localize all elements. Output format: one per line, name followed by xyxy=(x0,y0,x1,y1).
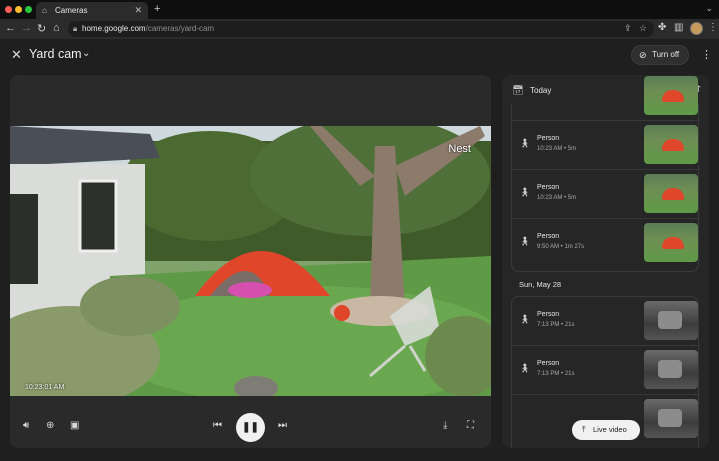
lock-icon: 🔒︎ xyxy=(73,24,78,33)
person-icon: 🚶︎ xyxy=(519,363,531,373)
side-panel-icon[interactable]: ▥ xyxy=(674,22,683,33)
camera-off-icon: ⊘ xyxy=(639,50,647,60)
event-meta: 7:13 PM • 21s xyxy=(537,322,575,328)
share-icon[interactable]: ⇪ xyxy=(624,23,632,34)
event-thumbnail xyxy=(644,301,698,340)
fullscreen-icon[interactable]: ⛶ xyxy=(467,420,474,431)
event-history-panel: 📅︎ Today ⇵ 🚶︎ Person 10:23 AM • 5m 🚶︎ Pe… xyxy=(502,75,709,448)
event-label: Person xyxy=(537,184,560,191)
tab-search-chevron-icon[interactable]: ⌄ xyxy=(705,3,713,14)
browser-menu-icon[interactable]: ⋮ xyxy=(708,22,718,33)
chevron-down-icon[interactable]: ⌄ xyxy=(82,48,90,59)
window-close-dot[interactable] xyxy=(5,6,12,13)
new-tab-button[interactable]: + xyxy=(154,3,160,15)
today-event-group: 🚶︎ Person 10:23 AM • 5m 🚶︎ Person 10:23 … xyxy=(511,76,700,272)
event-thumbnail xyxy=(644,399,698,438)
event-thumbnail xyxy=(644,76,698,115)
skip-previous-icon[interactable]: ⏮︎ xyxy=(213,420,222,431)
extensions-icon[interactable]: ✤ xyxy=(658,22,666,33)
forward-arrow-icon[interactable]: → xyxy=(21,22,32,34)
profile-avatar[interactable] xyxy=(690,22,703,35)
home-icon[interactable]: ⌂ xyxy=(53,22,60,34)
person-icon: 🚶︎ xyxy=(519,236,531,246)
event-label: Person xyxy=(537,135,560,142)
list-item[interactable] xyxy=(512,75,700,121)
yard-scene-image xyxy=(10,126,491,396)
event-meta: 7:13 PM • 21s xyxy=(537,371,575,377)
browser-tab-cameras[interactable]: ⌂ Cameras ✕ xyxy=(36,2,148,19)
url-text: home.google.com/cameras/yard-cam xyxy=(82,24,215,33)
event-meta: 10:23 AM • 5m xyxy=(537,146,577,152)
more-options-icon[interactable]: ⋮ xyxy=(701,48,712,61)
list-item[interactable]: 🚶︎ Person 7:13 PM • 21s xyxy=(512,297,700,346)
list-item[interactable]: 🚶︎ Person 10:23 AM • 5m xyxy=(512,121,700,170)
picture-in-picture-icon[interactable]: ▣ xyxy=(70,420,79,431)
event-thumbnail xyxy=(644,125,698,164)
back-arrow-icon[interactable]: ← xyxy=(5,22,16,34)
list-item[interactable]: 🚶︎ Person 9:50 AM • 1m 27s xyxy=(512,219,700,268)
nest-watermark: Nest xyxy=(448,143,471,155)
date-label-may-28: Sun, May 28 xyxy=(519,280,562,289)
person-icon: 🚶︎ xyxy=(519,314,531,324)
bookmark-star-icon[interactable]: ☆ xyxy=(639,23,647,34)
address-bar[interactable]: 🔒︎ home.google.com/cameras/yard-cam ⇪ ☆ xyxy=(68,21,654,37)
list-item[interactable]: 🚶︎ Person 7:13 PM • 21s xyxy=(512,346,700,395)
pause-icon: ❚❚ xyxy=(242,422,259,433)
tab-title: Cameras xyxy=(55,6,88,15)
tab-close-icon[interactable]: ✕ xyxy=(134,5,142,16)
camera-name[interactable]: Yard cam xyxy=(29,47,82,61)
browser-toolbar: ← → ↻ ⌂ 🔒︎ home.google.com/cameras/yard-… xyxy=(0,19,719,39)
event-meta: 9:50 AM • 1m 27s xyxy=(537,244,585,250)
download-icon[interactable]: ⤓ xyxy=(443,420,447,431)
browser-window: ⌂ Cameras ✕ + ⌄ ← → ↻ ⌂ 🔒︎ home.google.c… xyxy=(0,0,719,461)
close-icon[interactable]: ✕ xyxy=(11,47,22,63)
zoom-icon[interactable]: ⊕ xyxy=(46,420,54,431)
event-thumbnail xyxy=(644,350,698,389)
live-video-button[interactable]: ⤒ Live video xyxy=(572,420,640,440)
live-video-label: Live video xyxy=(593,425,627,434)
volume-icon[interactable]: 🔊︎ xyxy=(23,420,29,431)
app-header: ✕ Yard cam ⌄ ⊘ Turn off ⋮ xyxy=(0,39,719,71)
event-label: Person xyxy=(537,360,560,367)
reload-icon[interactable]: ↻ xyxy=(37,22,46,35)
event-label: Person xyxy=(537,233,560,240)
playback-controls: 🔊︎ ⊕ ▣ ⏮︎ ❚❚ ⏭︎ ⤓ ⛶ xyxy=(10,411,491,442)
event-thumbnail xyxy=(644,223,698,262)
window-minimize-dot[interactable] xyxy=(15,6,22,13)
list-item[interactable]: 🚶︎ Person 10:23 AM • 5m xyxy=(512,170,700,219)
home-favicon-icon: ⌂ xyxy=(42,6,47,15)
turn-off-button[interactable]: ⊘ Turn off xyxy=(631,45,689,65)
window-maximize-dot[interactable] xyxy=(25,6,32,13)
pause-button[interactable]: ❚❚ xyxy=(236,413,265,442)
turn-off-label: Turn off xyxy=(652,50,680,59)
event-label: Person xyxy=(537,311,560,318)
skip-next-icon[interactable]: ⏭︎ xyxy=(278,420,287,431)
event-meta: 10:23 AM • 5m xyxy=(537,195,577,201)
tab-strip: ⌂ Cameras ✕ + ⌄ xyxy=(0,0,719,19)
video-timestamp: 10:23:01 AM xyxy=(25,384,65,391)
collapse-to-live-icon: ⤒ xyxy=(582,425,586,434)
person-icon: 🚶︎ xyxy=(519,138,531,148)
video-player: Nest 10:23:01 AM 🔊︎ ⊕ ▣ ⏮︎ ❚❚ ⏭︎ ⤓ ⛶ xyxy=(10,75,491,448)
person-icon: 🚶︎ xyxy=(519,187,531,197)
camera-feed[interactable]: Nest 10:23:01 AM xyxy=(10,126,491,396)
event-thumbnail xyxy=(644,174,698,213)
